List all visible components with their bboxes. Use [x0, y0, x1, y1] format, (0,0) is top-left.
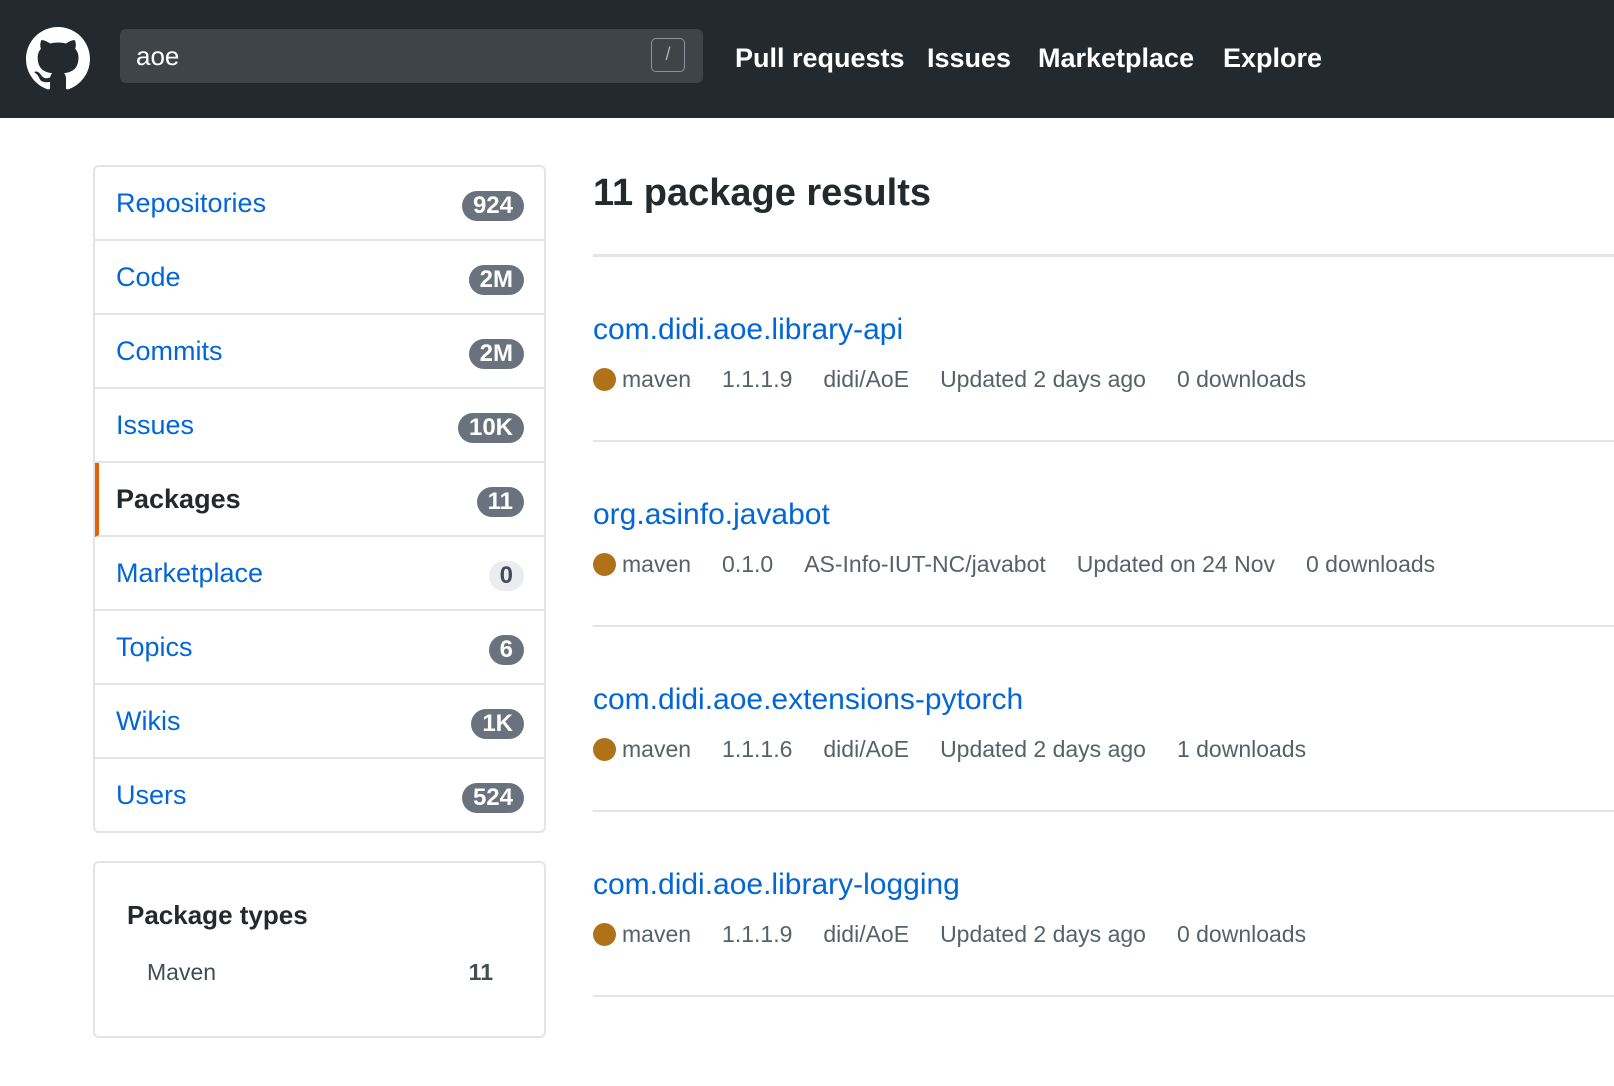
- menu-item-label: Marketplace: [116, 558, 264, 588]
- package-name-link[interactable]: com.didi.aoe.library-api: [593, 313, 903, 347]
- package-result: com.didi.aoe.extensions-pytorch maven 1.…: [593, 627, 1614, 812]
- count-badge: 1K: [471, 709, 524, 739]
- package-meta: maven 1.1.1.9 didi/AoE Updated 2 days ag…: [593, 918, 1337, 950]
- package-version: 0.1.0: [722, 550, 774, 577]
- language-dot-icon: [593, 552, 616, 576]
- package-name-link[interactable]: org.asinfo.javabot: [593, 498, 830, 532]
- package-meta: maven 1.1.1.6 didi/AoE Updated 2 days ag…: [593, 733, 1337, 765]
- count-badge: 0: [488, 561, 524, 591]
- package-name-link[interactable]: com.didi.aoe.library-logging: [593, 868, 960, 902]
- count-badge: 2M: [468, 339, 524, 369]
- package-repo: didi/AoE: [823, 735, 910, 762]
- slash-shortcut-hint: /: [651, 38, 685, 72]
- count-badge: 924: [461, 191, 524, 221]
- package-type-count: 11: [468, 959, 493, 985]
- search-box[interactable]: /: [120, 29, 703, 83]
- package-type: maven: [622, 735, 692, 762]
- package-updated: Updated 2 days ago: [940, 920, 1146, 947]
- count-badge: 11: [476, 487, 524, 517]
- package-version: 1.1.1.9: [722, 365, 793, 392]
- menu-item-code[interactable]: Code 2M: [95, 241, 544, 315]
- package-result: com.didi.aoe.library-api maven 1.1.1.9 d…: [593, 257, 1614, 442]
- github-logo-icon[interactable]: [26, 27, 90, 91]
- count-badge: 2M: [468, 265, 524, 295]
- count-badge: 524: [461, 783, 524, 813]
- package-types-panel: Package types Maven 11: [93, 861, 546, 1038]
- menu-item-label: Commits: [116, 336, 223, 366]
- menu-item-marketplace[interactable]: Marketplace 0: [95, 537, 544, 611]
- nav-marketplace[interactable]: Marketplace: [1038, 40, 1194, 76]
- search-type-menu: Repositories 924 Code 2M Commits 2M Issu…: [93, 165, 546, 833]
- menu-item-wikis[interactable]: Wikis 1K: [95, 685, 544, 759]
- package-downloads: 0 downloads: [1176, 920, 1307, 947]
- package-result: com.didi.aoe.library-logging maven 1.1.1…: [593, 812, 1614, 997]
- package-result: org.asinfo.javabot maven 0.1.0 AS-Info-I…: [593, 442, 1614, 627]
- language-dot-icon: [593, 367, 616, 391]
- package-updated: Updated on 24 Nov: [1076, 550, 1275, 577]
- package-type-label: Maven: [147, 959, 217, 985]
- package-downloads: 0 downloads: [1306, 550, 1436, 577]
- menu-item-label: Packages: [116, 484, 241, 514]
- search-input[interactable]: [136, 29, 636, 83]
- top-header: / Pull requests Issues Marketplace Explo…: [0, 0, 1614, 118]
- count-badge: 10K: [457, 413, 524, 443]
- menu-item-label: Users: [116, 780, 187, 810]
- results-title: 11 package results: [593, 172, 931, 214]
- menu-item-packages[interactable]: Packages 11: [95, 463, 544, 537]
- menu-item-repositories[interactable]: Repositories 924: [95, 167, 544, 241]
- package-type: maven: [622, 365, 692, 392]
- language-dot-icon: [593, 922, 616, 946]
- package-type: maven: [622, 920, 692, 947]
- package-downloads: 0 downloads: [1176, 365, 1307, 392]
- menu-item-commits[interactable]: Commits 2M: [95, 315, 544, 389]
- nav-explore[interactable]: Explore: [1223, 40, 1322, 76]
- menu-item-users[interactable]: Users 524: [95, 759, 544, 831]
- language-dot-icon: [593, 737, 616, 761]
- package-repo: didi/AoE: [823, 920, 910, 947]
- nav-pull-requests[interactable]: Pull requests: [735, 40, 905, 76]
- package-type-maven[interactable]: Maven 11: [127, 959, 513, 993]
- menu-item-label: Repositories: [116, 188, 267, 218]
- menu-item-label: Issues: [116, 410, 195, 440]
- package-updated: Updated 2 days ago: [940, 365, 1146, 392]
- package-meta: maven 0.1.0 AS-Info-IUT-NC/javabot Updat…: [593, 548, 1466, 580]
- package-version: 1.1.1.6: [722, 735, 793, 762]
- package-repo: AS-Info-IUT-NC/javabot: [804, 550, 1046, 577]
- package-name-link[interactable]: com.didi.aoe.extensions-pytorch: [593, 683, 1023, 717]
- package-meta: maven 1.1.1.9 didi/AoE Updated 2 days ag…: [593, 363, 1337, 395]
- package-updated: Updated 2 days ago: [940, 735, 1146, 762]
- menu-item-label: Wikis: [116, 706, 181, 736]
- menu-item-topics[interactable]: Topics 6: [95, 611, 544, 685]
- package-version: 1.1.1.9: [722, 920, 793, 947]
- package-downloads: 1 downloads: [1176, 735, 1307, 762]
- menu-item-label: Code: [116, 262, 181, 292]
- package-repo: didi/AoE: [823, 365, 910, 392]
- menu-item-label: Topics: [116, 632, 193, 662]
- count-badge: 6: [488, 635, 524, 665]
- package-type: maven: [622, 550, 692, 577]
- package-types-title: Package types: [127, 900, 308, 930]
- nav-issues[interactable]: Issues: [927, 40, 1011, 76]
- menu-item-issues[interactable]: Issues 10K: [95, 389, 544, 463]
